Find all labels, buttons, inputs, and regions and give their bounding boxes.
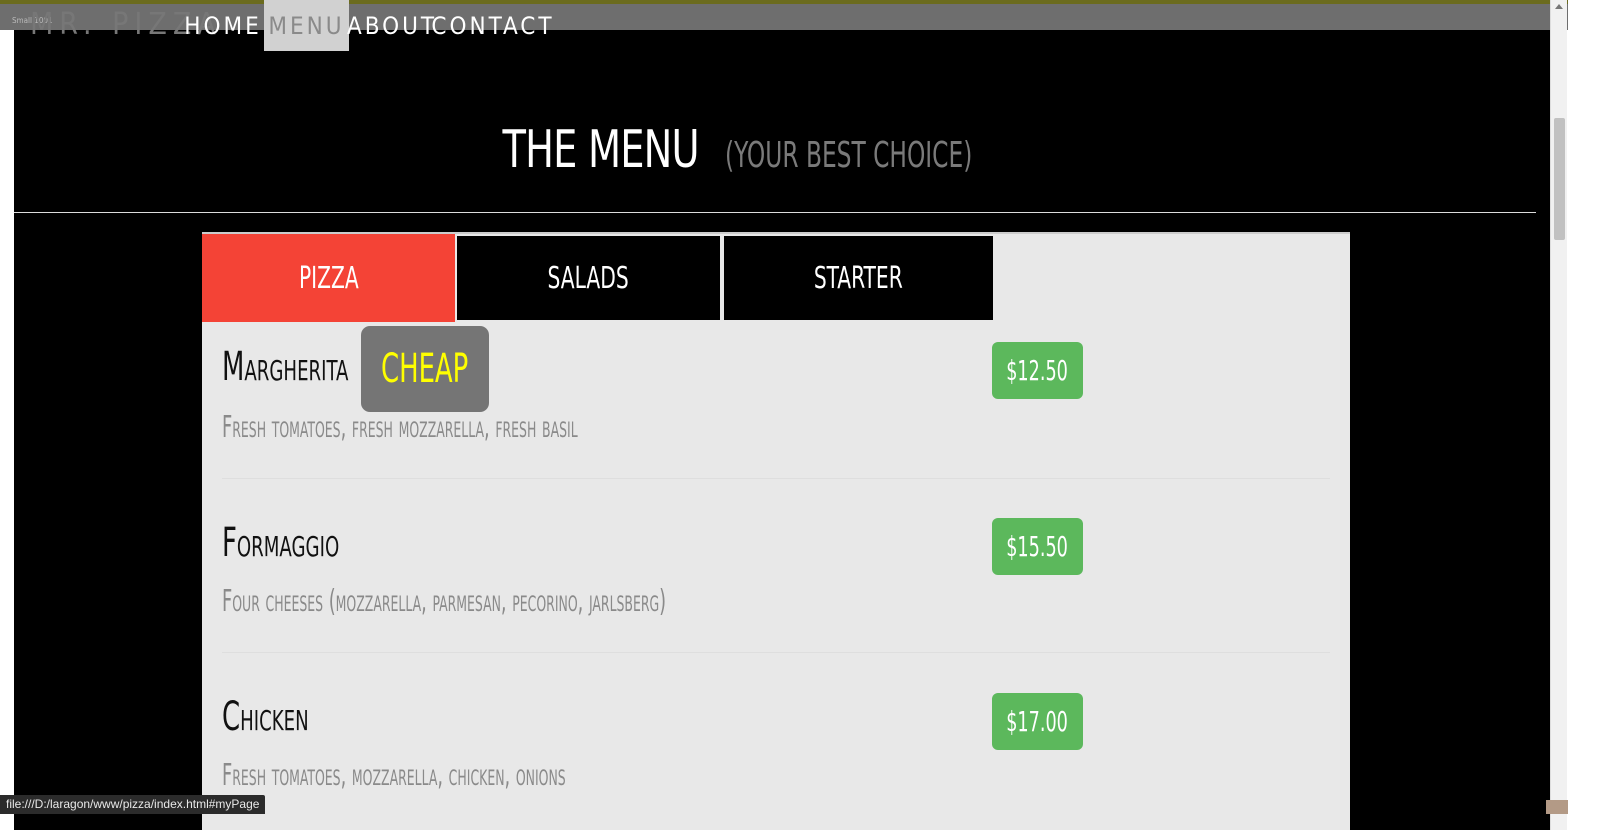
cheap-badge: CHEAP xyxy=(361,326,489,412)
item-name: Chicken xyxy=(222,694,309,740)
price-tag: $12.50 xyxy=(992,342,1083,399)
price-tag: $17.00 xyxy=(992,693,1083,750)
heading-divider xyxy=(14,212,1536,213)
tab-salads[interactable]: SALADS xyxy=(455,234,722,322)
item-separator xyxy=(222,652,1330,653)
price-tag: $15.50 xyxy=(992,518,1083,575)
item-name: Formaggio xyxy=(222,520,340,566)
main-nav: HOME MENU ABOUT CONTACT xyxy=(182,0,552,51)
tab-starter[interactable]: STARTER xyxy=(722,234,995,322)
scroll-up-arrow-icon[interactable] xyxy=(1555,4,1563,9)
item-description: Fresh tomatoes, mozzarella, chicken, oni… xyxy=(222,758,566,793)
status-bar-url: file:///D:/laragon/www/pizza/index.html#… xyxy=(0,795,266,814)
section-heading: THE MENU (YOUR BEST CHOICE) xyxy=(14,120,1536,180)
menu-panel: PIZZA SALADS STARTER Margherita CHEAP Fr… xyxy=(202,232,1350,830)
tab-pizza[interactable]: PIZZA xyxy=(202,234,455,322)
item-separator xyxy=(222,478,1330,479)
nav-home[interactable]: HOME xyxy=(182,0,264,51)
item-description: Four cheeses (mozzarella, parmesan, peco… xyxy=(222,584,667,619)
menu-subtitle: (YOUR BEST CHOICE) xyxy=(725,135,973,176)
corner-thumbnail xyxy=(1546,800,1568,814)
item-description: Fresh tomatoes, fresh mozzarella, fresh … xyxy=(222,410,578,445)
vertical-scrollbar[interactable] xyxy=(1550,0,1567,830)
nav-contact[interactable]: CONTACT xyxy=(431,0,551,51)
scroll-thumb[interactable] xyxy=(1554,118,1565,240)
menu-title: THE MENU xyxy=(502,120,700,180)
nav-menu[interactable]: MENU xyxy=(264,0,349,51)
menu-tabs: PIZZA SALADS STARTER xyxy=(202,234,995,322)
nav-about[interactable]: ABOUT xyxy=(347,0,435,51)
